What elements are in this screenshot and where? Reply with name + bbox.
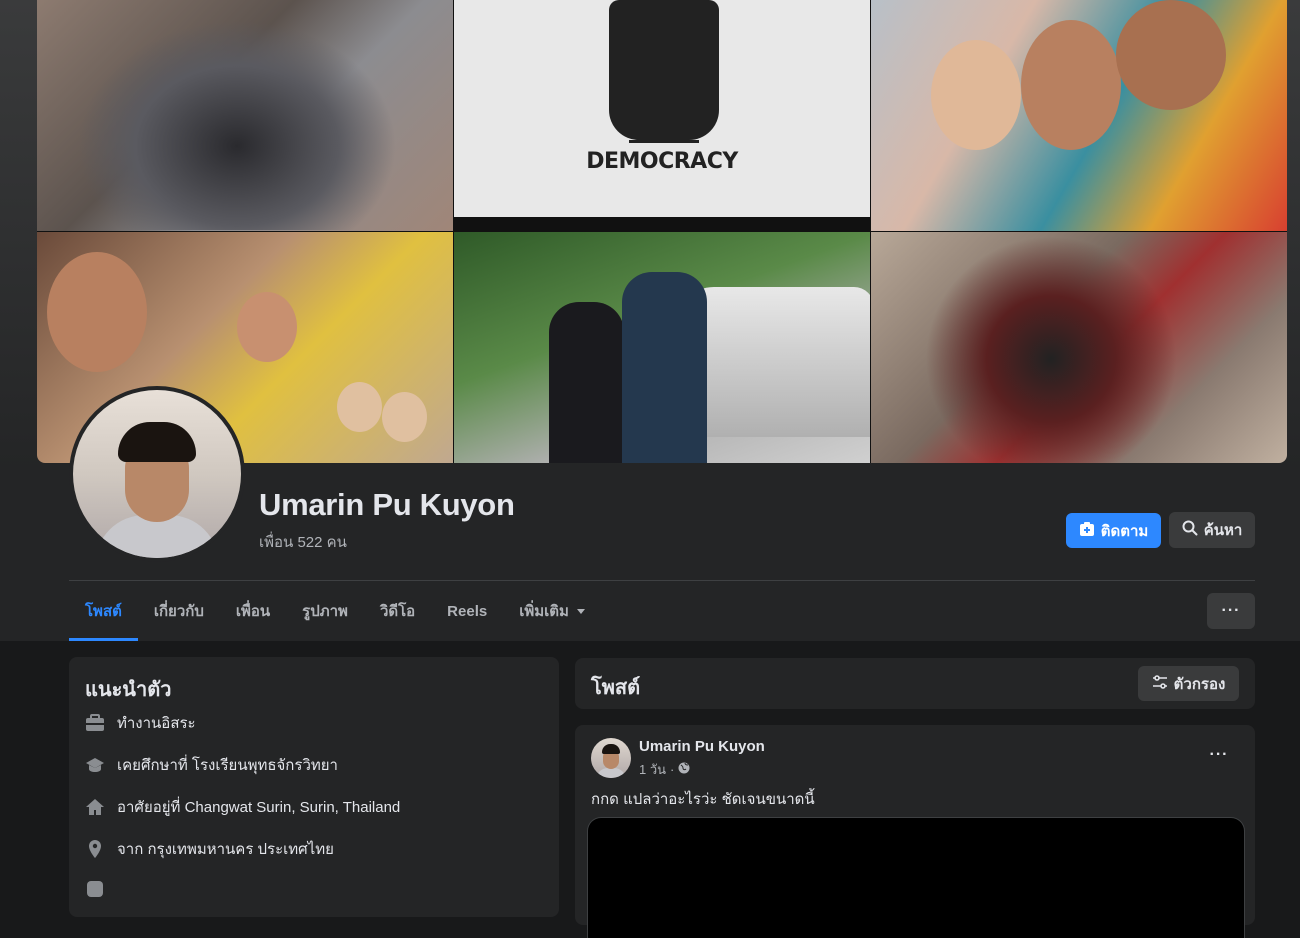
tab-photos-label: รูปภาพ <box>302 603 348 620</box>
post-author-avatar[interactable] <box>591 738 631 778</box>
cover-photo[interactable]: DEMOCRACY <box>37 0 1287 463</box>
filter-label: ตัวกรอง <box>1173 675 1226 693</box>
tab-reels-label: Reels <box>447 602 488 620</box>
search-button[interactable]: ค้นหา <box>1169 512 1255 548</box>
posts-header: โพสต์ ตัวกรอง <box>575 658 1255 709</box>
location-pin-icon <box>85 839 105 859</box>
person-shape <box>622 272 707 463</box>
tab-posts[interactable]: โพสต์ <box>69 581 138 641</box>
intro-card: แนะนำตัว ทำงานอิสระ เคยศึกษาที่ โรงเรียน… <box>69 657 559 917</box>
democracy-text: DEMOCRACY <box>586 149 738 174</box>
filter-button[interactable]: ตัวกรอง <box>1138 666 1239 701</box>
chevron-down-icon <box>576 608 585 614</box>
post-media[interactable] <box>587 817 1245 938</box>
cover-tile-motorbike <box>37 0 453 231</box>
tab-photos[interactable]: รูปภาพ <box>286 581 364 641</box>
tab-about[interactable]: เกี่ยวกับ <box>138 581 220 641</box>
intro-item-more <box>85 879 105 899</box>
tab-posts-label: โพสต์ <box>85 603 122 620</box>
tab-reels[interactable]: Reels <box>431 581 503 641</box>
face-shape <box>1116 0 1226 110</box>
intro-item-hometown: จาก กรุงเทพมหานคร ประเทศไทย <box>85 837 334 861</box>
intro-item-residence: อาศัยอยู่ที่ Changwat Surin, Surin, Thai… <box>85 795 400 819</box>
ellipsis-icon: ··· <box>1221 602 1241 619</box>
post-timestamp[interactable]: 1 วัน <box>639 759 666 780</box>
cover-tile-democracy: DEMOCRACY <box>454 0 870 231</box>
tab-about-label: เกี่ยวกับ <box>153 603 204 620</box>
avatar-photo <box>73 390 241 558</box>
profile-tabs: โพสต์ เกี่ยวกับ เพื่อน รูปภาพ วิดีโอ Ree… <box>69 581 601 641</box>
more-options-button[interactable]: ··· <box>1207 593 1255 629</box>
meta-separator: · <box>670 762 675 777</box>
cover-tile-couple-car <box>454 232 870 463</box>
tab-videos[interactable]: วิดีโอ <box>364 581 431 641</box>
tab-more-label: เพิ่มเติม <box>519 603 569 620</box>
home-icon <box>85 797 105 817</box>
search-icon <box>1182 520 1198 540</box>
face-shape <box>931 40 1021 150</box>
intro-item-work: ทำงานอิสระ <box>85 711 196 735</box>
intro-item-education: เคยศึกษาที่ โรงเรียนพุทธจักรวิทยา <box>85 753 338 777</box>
intro-item-text: ทำงานอิสระ <box>117 715 196 732</box>
motorbike-shape <box>77 20 397 230</box>
search-label: ค้นหา <box>1203 522 1243 539</box>
cover-divider-bar <box>454 217 870 231</box>
post-author-name[interactable]: Umarin Pu Kuyon <box>639 738 765 755</box>
post-meta: 1 วัน · <box>639 759 690 780</box>
face-shape <box>1021 20 1121 150</box>
profile-name: Umarin Pu Kuyon <box>259 487 515 522</box>
tab-more[interactable]: เพิ่มเติม <box>503 581 601 641</box>
ellipsis-icon: ··· <box>1209 746 1229 763</box>
intro-item-text: จาก กรุงเทพมหานคร ประเทศไทย <box>117 841 334 858</box>
person-shape <box>549 302 624 463</box>
intro-item-text: เคยศึกษาที่ โรงเรียนพุทธจักรวิทยา <box>117 757 338 774</box>
avatar-body <box>596 768 626 778</box>
cover-tile-motorbike-red <box>871 232 1287 463</box>
post-options-button[interactable]: ··· <box>1201 741 1237 769</box>
post-text: กกด แปลว่าอะไรว่ะ ชัดเจนขนาดนี้ <box>591 791 815 808</box>
profile-avatar[interactable] <box>69 386 245 562</box>
follow-label: ติดตาม <box>1100 522 1149 540</box>
post-card: Umarin Pu Kuyon 1 วัน · ··· กกด แปลว่าอะ… <box>575 725 1255 938</box>
avatar-hair <box>118 422 196 462</box>
tab-friends[interactable]: เพื่อน <box>220 581 286 641</box>
face-shape <box>237 292 297 362</box>
motorbike-shape <box>921 232 1181 463</box>
tab-videos-label: วิดีโอ <box>379 603 416 620</box>
follow-button[interactable]: ติดตาม <box>1066 513 1161 548</box>
briefcase-icon <box>85 713 105 733</box>
fist-icon <box>609 0 719 140</box>
follow-icon <box>1079 521 1095 541</box>
intro-item-text: อาศัยอยู่ที่ Changwat Surin, Surin, Thai… <box>117 799 401 816</box>
tab-friends-label: เพื่อน <box>235 603 271 620</box>
posts-title: โพสต์ <box>591 677 641 699</box>
graduation-cap-icon <box>85 755 105 775</box>
intro-title: แนะนำตัว <box>85 679 172 701</box>
avatar-hair <box>602 744 620 754</box>
filter-icon <box>1152 674 1168 694</box>
heart-icon <box>85 879 105 899</box>
friends-count[interactable]: เพื่อน 522 คน <box>259 530 347 554</box>
cover-tile-family <box>871 0 1287 231</box>
globe-icon <box>678 762 690 777</box>
face-shape <box>382 392 427 442</box>
face-shape <box>47 252 147 372</box>
face-shape <box>337 382 382 432</box>
